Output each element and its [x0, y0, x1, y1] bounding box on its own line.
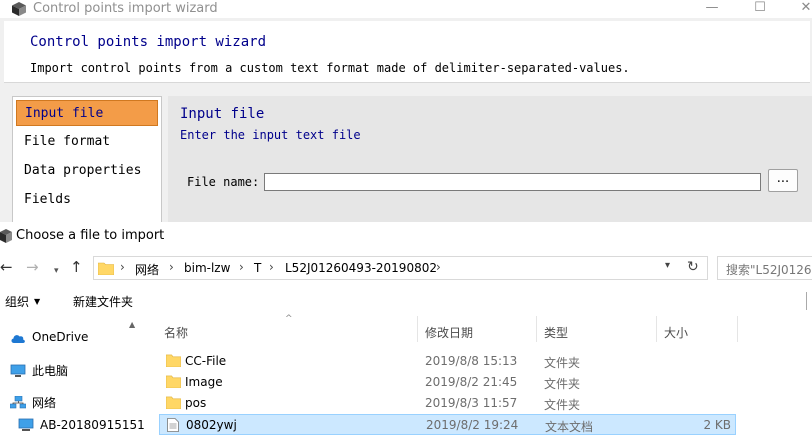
new-folder-button[interactable]: 新建文件夹 [73, 293, 133, 310]
chevron-down-icon: ▼ [34, 297, 41, 306]
file-row[interactable]: Image 2019/8/2 21:45 文件夹 [159, 372, 736, 393]
file-name-label: File name: [187, 175, 260, 189]
step-data-properties[interactable]: Data properties [16, 158, 158, 184]
sort-ascending-icon: ^ [285, 314, 293, 324]
file-name: Image [185, 375, 223, 389]
folder-icon [166, 375, 181, 388]
refresh-icon[interactable]: ↻ [687, 259, 699, 275]
nav-item-ab-computer[interactable]: AB-20180915151 [18, 418, 145, 432]
wizard-description: Import control points from a custom text… [30, 61, 630, 75]
organize-button[interactable]: 组织 ▼ [5, 293, 40, 310]
nav-item-network[interactable]: 网络 [10, 394, 56, 411]
chooser-title-bar[interactable]: Choose a file to import [0, 222, 812, 250]
column-divider[interactable] [536, 316, 537, 342]
file-date: 2019/8/2 21:45 [425, 375, 518, 389]
maximize-button[interactable]: ☐ [738, 0, 782, 18]
step-fields[interactable]: Fields [16, 187, 158, 213]
file-name: 0802ywj [186, 418, 237, 432]
minimize-button[interactable]: — [690, 0, 734, 18]
file-type: 文件夹 [544, 356, 581, 370]
column-divider[interactable] [737, 316, 738, 342]
file-row-selected[interactable]: 0802ywj 2019/8/2 19:24 文本文档 2 KB [159, 414, 736, 435]
computer-icon [10, 364, 26, 377]
nav-item-label: 此电脑 [32, 364, 69, 378]
up-arrow-icon[interactable]: ↑ [70, 259, 83, 275]
file-name: CC-File [185, 354, 227, 368]
breadcrumb-current-folder[interactable]: L52J01260493-20190802 [285, 261, 437, 275]
wizard-window-title: Control points import wizard [33, 1, 218, 16]
file-list: ^ 名称 修改日期 类型 大小 CC-File 2019/8/8 15:13 文… [145, 314, 812, 436]
network-icon [10, 396, 26, 409]
navigation-pane: OneDrive 此电脑 网络 AB-20180915151 ▲ [0, 316, 145, 436]
wizard-header: Control points import wizard Import cont… [4, 21, 810, 83]
nav-item-onedrive[interactable]: OneDrive [10, 330, 88, 344]
file-date: 2019/8/8 15:13 [425, 354, 518, 368]
breadcrumb-separator-icon: › [169, 260, 174, 274]
breadcrumb-separator-icon: › [269, 260, 274, 274]
nav-item-label: OneDrive [32, 330, 89, 344]
breadcrumb-separator-icon[interactable]: › [436, 260, 441, 274]
app-cube-icon [0, 229, 12, 243]
recent-locations-chevron-icon[interactable]: ▾ [54, 263, 59, 279]
file-type: 文本文档 [545, 420, 594, 434]
column-header-type[interactable]: 类型 [544, 324, 568, 341]
column-header-date[interactable]: 修改日期 [425, 324, 473, 341]
file-date: 2019/8/3 11:57 [425, 396, 518, 410]
column-divider[interactable] [656, 316, 657, 342]
input-file-panel: Input file Enter the input text file Fil… [168, 96, 812, 222]
panel-subtitle: Enter the input text file [180, 128, 361, 142]
navigation-bar: ← → ▾ ↑ › 网络 › bim-lzw › T › L52J0126049… [0, 250, 812, 286]
wizard-title-bar[interactable]: Control points import wizard — ☐ ✕ [0, 0, 812, 18]
breadcrumb-separator-icon: › [239, 260, 244, 274]
breadcrumb-network[interactable]: 网络 [135, 261, 159, 278]
close-button[interactable]: ✕ [784, 0, 812, 18]
cloud-icon [11, 335, 25, 343]
folder-icon [98, 262, 114, 275]
search-input[interactable]: 搜索"L52J01260493-20190802" [717, 256, 812, 280]
file-chooser-dialog: Choose a file to import ← → ▾ ↑ › 网络 › b… [0, 222, 812, 436]
file-name-input[interactable] [264, 173, 761, 191]
nav-item-this-pc[interactable]: 此电脑 [10, 362, 68, 379]
address-bar[interactable]: › 网络 › bim-lzw › T › L52J01260493-201908… [93, 256, 708, 280]
command-bar: 组织 ▼ 新建文件夹 [0, 286, 812, 316]
column-divider[interactable] [417, 316, 418, 342]
navigation-scrollbar[interactable]: ▲ [128, 316, 140, 436]
view-options-handle[interactable] [806, 292, 812, 310]
browse-button[interactable]: ... [768, 169, 798, 192]
file-size: 2 KB [703, 418, 731, 432]
scroll-up-icon[interactable]: ▲ [129, 320, 135, 329]
file-type: 文件夹 [544, 377, 581, 391]
wizard-heading: Control points import wizard [30, 34, 267, 50]
breadcrumb-bim-lzw[interactable]: bim-lzw [184, 261, 230, 275]
address-dropdown-chevron-icon[interactable]: ▾ [665, 260, 670, 271]
breadcrumb-t[interactable]: T [254, 261, 261, 275]
app-cube-icon [12, 2, 26, 16]
panel-title: Input file [180, 106, 265, 122]
file-type: 文件夹 [544, 398, 581, 412]
breadcrumb-separator-icon: › [120, 260, 125, 274]
organize-label: 组织 [5, 295, 30, 309]
nav-item-label: 网络 [32, 396, 57, 410]
step-file-format[interactable]: File format [16, 129, 158, 155]
file-date: 2019/8/2 19:24 [426, 418, 519, 432]
file-name: pos [185, 396, 207, 410]
monitor-icon [18, 418, 34, 431]
wizard-step-list: Input file File format Data properties F… [12, 96, 162, 222]
forward-arrow-icon[interactable]: → [26, 259, 39, 275]
column-header-size[interactable]: 大小 [664, 324, 688, 341]
file-row[interactable]: pos 2019/8/3 11:57 文件夹 [159, 393, 736, 414]
import-wizard-window: Control points import wizard — ☐ ✕ Contr… [0, 0, 812, 222]
file-row[interactable]: CC-File 2019/8/8 15:13 文件夹 [159, 351, 736, 372]
step-input-file[interactable]: Input file [16, 100, 158, 126]
folder-icon [166, 354, 181, 367]
text-file-icon [167, 418, 179, 432]
chooser-title: Choose a file to import [16, 228, 165, 243]
folder-icon [166, 396, 181, 409]
back-arrow-icon[interactable]: ← [0, 259, 13, 275]
column-header-name[interactable]: 名称 [164, 324, 188, 341]
